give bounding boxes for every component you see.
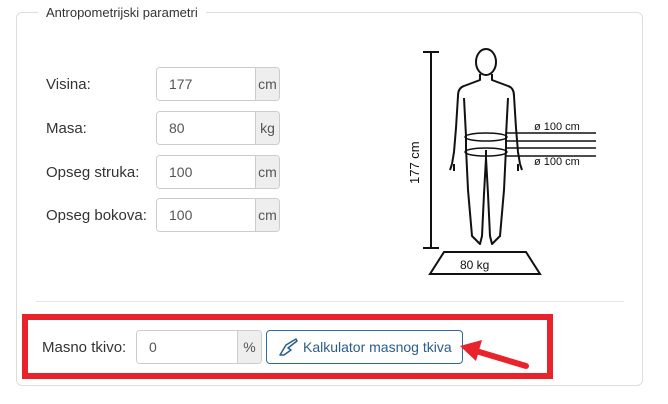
caliper-icon bbox=[279, 338, 298, 356]
waist-unit: cm bbox=[255, 156, 279, 188]
mass-label: Masa: bbox=[46, 119, 87, 137]
height-label: Visina: bbox=[46, 75, 91, 93]
body-fat-input-group: % bbox=[136, 330, 262, 364]
height-unit: cm bbox=[255, 68, 279, 100]
body-fat-calculator-button[interactable]: Kalkulator masnog tkiva bbox=[266, 330, 463, 364]
mass-row: Masa: bbox=[46, 111, 156, 145]
fieldset-legend: Antropometrijski parametri bbox=[38, 5, 206, 20]
calculator-button-label: Kalkulator masnog tkiva bbox=[303, 339, 452, 355]
height-ruler bbox=[423, 51, 439, 249]
height-row: Visina: bbox=[46, 67, 156, 101]
height-figure-label: 177 cm bbox=[407, 141, 422, 184]
waist-input-group: cm bbox=[156, 155, 280, 189]
red-pointer-arrow-icon bbox=[460, 340, 529, 369]
human-silhouette bbox=[449, 48, 523, 245]
mass-input[interactable] bbox=[157, 112, 255, 144]
body-fat-label: Masno tkivo: bbox=[42, 338, 127, 356]
hip-label: Opseg bokova: bbox=[46, 206, 147, 224]
hip-input[interactable] bbox=[157, 199, 255, 231]
body-fat-unit: % bbox=[237, 331, 261, 363]
waist-row: Opseg struka: bbox=[46, 155, 156, 189]
waist-label: Opseg struka: bbox=[46, 163, 140, 181]
height-input-group: cm bbox=[156, 67, 280, 101]
body-fat-input[interactable] bbox=[137, 331, 237, 363]
body-figure-illustration: 177 cm ø 100 cm ø 100 cm 80 kg bbox=[407, 48, 596, 275]
hip-row: Opseg bokova: bbox=[46, 198, 156, 232]
measurement-lines bbox=[464, 132, 596, 157]
mass-input-group: kg bbox=[156, 111, 280, 145]
height-input[interactable] bbox=[157, 68, 255, 100]
section-divider bbox=[36, 301, 624, 302]
mass-unit: kg bbox=[255, 112, 279, 144]
weight-figure-label: 80 kg bbox=[460, 258, 489, 272]
hip-input-group: cm bbox=[156, 198, 280, 232]
hip-unit: cm bbox=[255, 199, 279, 231]
waist-input[interactable] bbox=[157, 156, 255, 188]
hip-figure-label: ø 100 cm bbox=[534, 156, 580, 168]
waist-figure-label: ø 100 cm bbox=[534, 121, 580, 133]
